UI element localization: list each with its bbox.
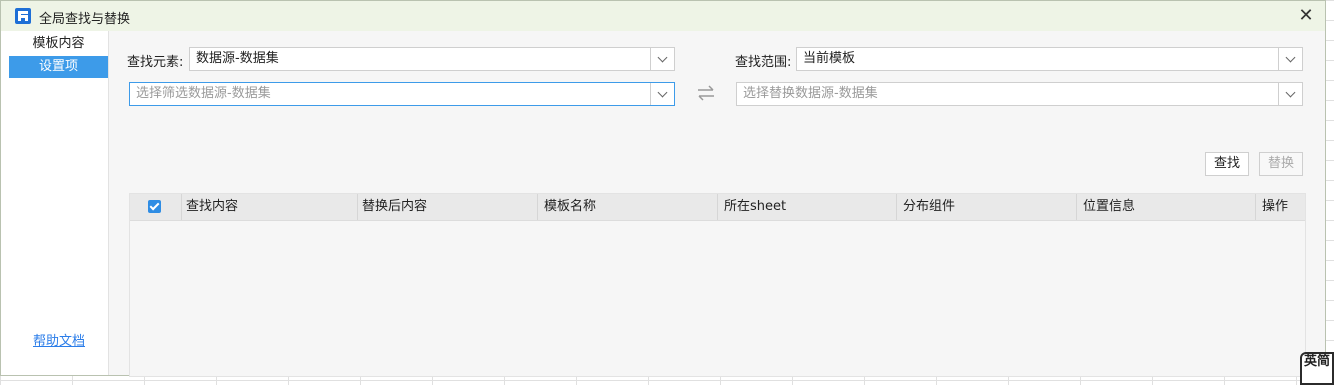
column-header-sheet: 所在sheet	[717, 194, 896, 220]
close-icon[interactable]: ✕	[1295, 5, 1317, 27]
replace-datasource-select[interactable]: 选择替换数据源-数据集	[736, 82, 1303, 106]
find-element-select[interactable]: 数据源-数据集	[189, 47, 675, 71]
sidebar: 模板内容 设置项 帮助文档	[1, 31, 109, 375]
sidebar-item-settings[interactable]: 设置项	[9, 56, 108, 78]
find-scope-label: 查找范围:	[735, 55, 792, 70]
chevron-down-icon[interactable]	[650, 48, 674, 70]
chevron-down-icon[interactable]	[1278, 48, 1302, 70]
app-logo-icon	[15, 8, 31, 24]
find-scope-value: 当前模板	[803, 51, 856, 66]
sidebar-item-template-content[interactable]: 模板内容	[9, 33, 108, 55]
dialog-title: 全局查找与替换	[39, 12, 131, 27]
title-bar: 全局查找与替换 ✕	[1, 1, 1325, 32]
help-docs-link[interactable]: 帮助文档	[33, 330, 85, 349]
column-header-position: 位置信息	[1076, 194, 1255, 220]
find-button[interactable]: 查找	[1205, 152, 1250, 176]
table-header: 查找内容 替换后内容 模板名称 所在sheet 分布组件 位置信息 操作	[130, 194, 1305, 221]
ime-indicator[interactable]: 英简	[1300, 352, 1334, 385]
filter-datasource-placeholder: 选择筛选数据源-数据集	[136, 86, 271, 101]
replace-button[interactable]: 替换	[1259, 152, 1304, 176]
column-header-find-content: 查找内容	[181, 194, 357, 220]
column-header-component: 分布组件	[896, 194, 1076, 220]
chevron-down-icon[interactable]	[1278, 83, 1302, 105]
find-scope-select[interactable]: 当前模板	[796, 47, 1303, 71]
column-header-actions: 操作	[1255, 194, 1305, 220]
replace-datasource-placeholder: 选择替换数据源-数据集	[743, 86, 878, 101]
select-all-checkbox[interactable]	[148, 200, 161, 213]
find-replace-dialog: 全局查找与替换 ✕ 模板内容 设置项 帮助文档 查找元素: 数据源-数据集 查找…	[0, 0, 1326, 377]
results-table: 查找内容 替换后内容 模板名称 所在sheet 分布组件 位置信息 操作	[129, 193, 1306, 377]
column-header-replaced-content: 替换后内容	[357, 194, 537, 220]
chevron-down-icon[interactable]	[650, 83, 674, 105]
main-panel: 查找元素: 数据源-数据集 查找范围: 当前模板 选择筛选数据源-数据集 选择替…	[109, 31, 1325, 377]
find-element-value: 数据源-数据集	[196, 51, 279, 66]
column-header-template-name: 模板名称	[537, 194, 717, 220]
swap-arrows-icon	[698, 85, 714, 101]
filter-datasource-select[interactable]: 选择筛选数据源-数据集	[129, 82, 675, 106]
ime-mode-label: 英简	[1302, 354, 1332, 383]
find-element-label: 查找元素:	[127, 55, 184, 70]
